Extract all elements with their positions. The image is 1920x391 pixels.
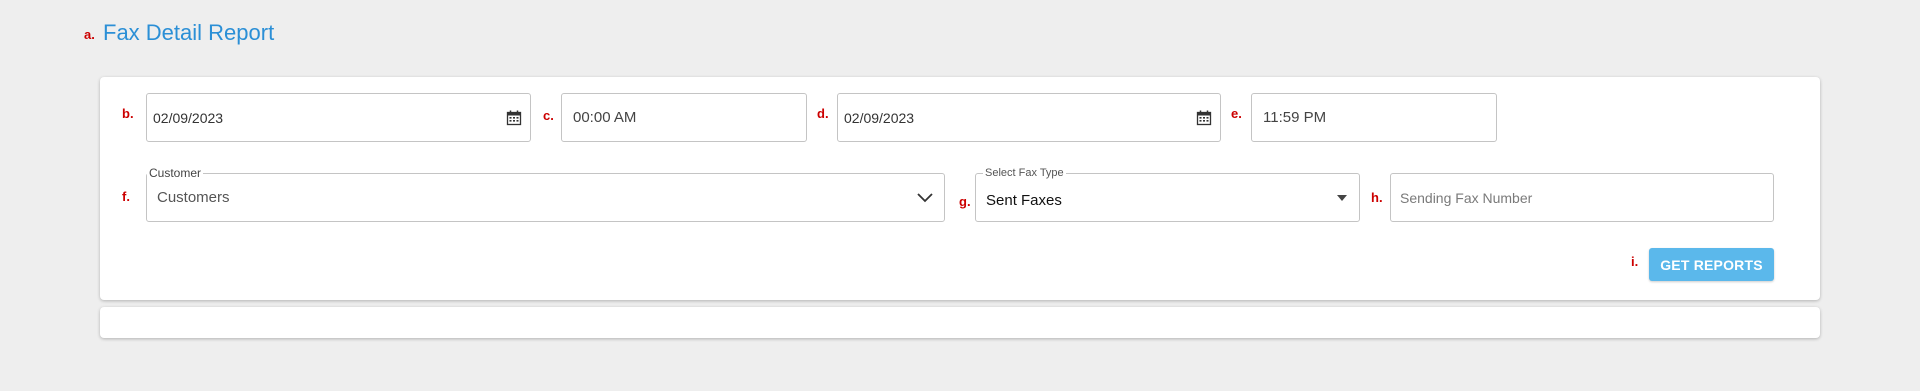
page-title: Fax Detail Report <box>103 20 275 45</box>
marker-d: d. <box>817 106 829 121</box>
marker-a: a. <box>84 27 95 42</box>
marker-i: i. <box>1631 254 1639 269</box>
marker-c: c. <box>543 108 554 123</box>
marker-b: b. <box>122 106 134 121</box>
start-time-value: 00:00 AM <box>573 109 637 126</box>
get-reports-button[interactable]: GET REPORTS <box>1649 248 1774 281</box>
marker-e: e. <box>1231 106 1242 121</box>
fax-type-select[interactable]: Sent Faxes <box>975 173 1360 222</box>
start-time-input[interactable]: 00:00 AM <box>561 93 807 142</box>
marker-g: g. <box>959 194 971 209</box>
fax-type-label: Select Fax Type <box>983 167 1066 179</box>
end-date-input[interactable]: 02/09/2023 <box>837 93 1221 142</box>
marker-h: h. <box>1371 190 1383 205</box>
caret-down-icon[interactable] <box>1337 194 1347 201</box>
start-date-value: 02/09/2023 <box>153 109 224 126</box>
customer-value: Customers <box>157 189 230 206</box>
end-date-value: 02/09/2023 <box>844 109 915 126</box>
calendar-icon[interactable] <box>506 110 522 126</box>
start-date-input[interactable]: 02/09/2023 <box>146 93 531 142</box>
marker-f: f. <box>122 189 130 204</box>
fax-type-value: Sent Faxes <box>986 192 1062 209</box>
sending-fax-number-input[interactable]: Sending Fax Number <box>1390 173 1774 222</box>
customer-select[interactable]: Customers <box>146 173 945 222</box>
calendar-icon[interactable] <box>1196 110 1212 126</box>
customer-label: Customer <box>147 166 204 180</box>
end-time-input[interactable]: 11:59 PM <box>1251 93 1497 142</box>
results-card <box>100 307 1820 338</box>
sending-fax-number-placeholder: Sending Fax Number <box>1400 189 1533 206</box>
chevron-down-icon[interactable] <box>916 192 934 204</box>
end-time-value: 11:59 PM <box>1263 109 1327 126</box>
